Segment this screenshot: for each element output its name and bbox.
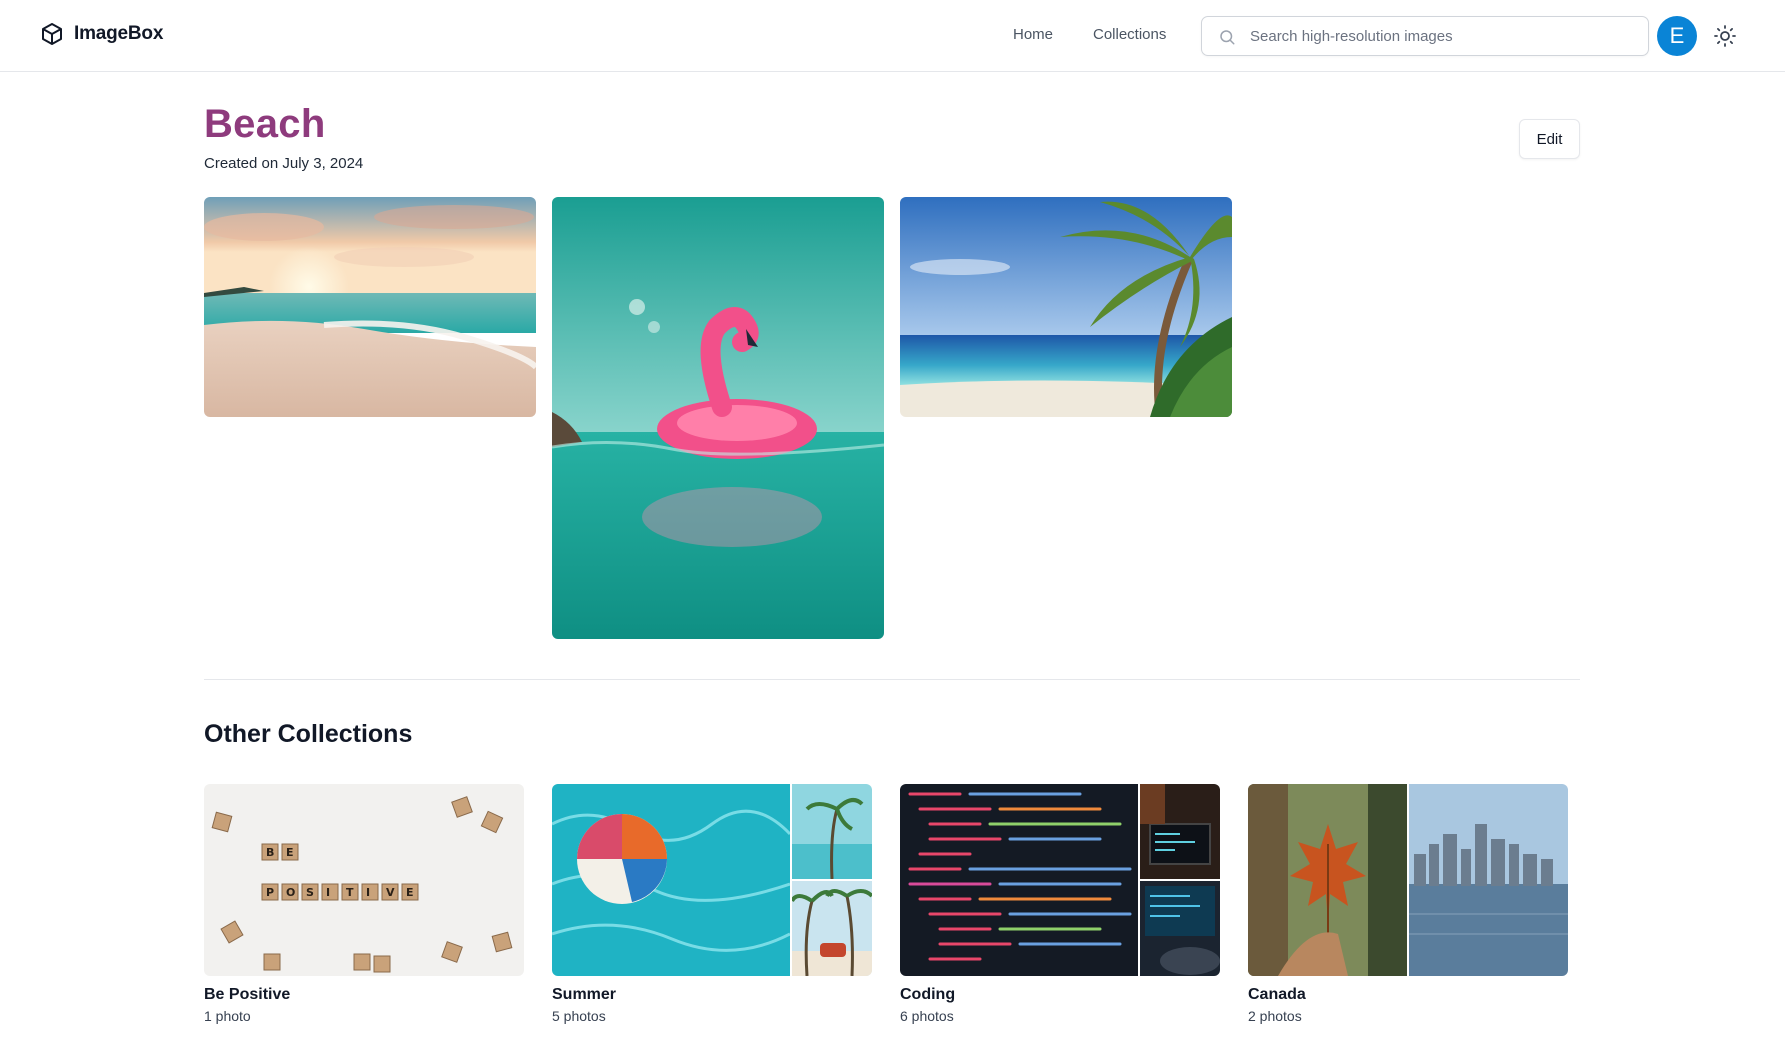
collection-count: 2 photos	[1248, 1008, 1302, 1024]
avatar[interactable]: E	[1657, 16, 1697, 56]
collection-count: 5 photos	[552, 1008, 606, 1024]
collection-thumbnail[interactable]	[900, 784, 1220, 976]
nav-collections-link[interactable]: Collections	[1093, 26, 1166, 43]
svg-text:I: I	[366, 886, 370, 899]
photo-flamingo-float[interactable]	[552, 197, 884, 639]
sun-icon[interactable]	[1713, 24, 1737, 48]
edit-button[interactable]: Edit	[1519, 119, 1580, 159]
search-input[interactable]	[1250, 17, 1640, 55]
svg-text:S: S	[306, 886, 314, 899]
collection-name[interactable]: Summer	[552, 986, 872, 1004]
search-icon	[1220, 30, 1235, 45]
collection-thumbnail[interactable]	[552, 784, 872, 976]
svg-text:O: O	[286, 886, 295, 899]
svg-text:P: P	[266, 886, 274, 899]
collection-thumbnail[interactable]: BE POSITIVE	[204, 784, 524, 976]
svg-text:B: B	[266, 846, 274, 859]
collection-count: 6 photos	[900, 1008, 954, 1024]
app-logo[interactable]: ImageBox	[40, 22, 163, 46]
photo-sunset-beach[interactable]	[204, 197, 536, 417]
collection-card-canada[interactable]: Canada 2 photos	[1248, 784, 1568, 1024]
collection-card-be-positive[interactable]: BE POSITIVE Be Positive 1 photo	[204, 784, 524, 1024]
app-name: ImageBox	[74, 23, 164, 44]
svg-text:I: I	[326, 886, 330, 899]
page-title: Beach	[204, 102, 326, 146]
collection-thumbnail[interactable]	[1248, 784, 1568, 976]
svg-text:E: E	[286, 846, 294, 859]
collection-card-summer[interactable]: Summer 5 photos	[552, 784, 872, 1024]
svg-text:V: V	[386, 886, 395, 899]
collection-count: 1 photo	[204, 1008, 251, 1024]
collection-card-coding[interactable]: Coding 6 photos	[900, 784, 1220, 1024]
photo-palm-beach[interactable]	[900, 197, 1232, 417]
collection-name[interactable]: Be Positive	[204, 986, 524, 1004]
nav-home-link[interactable]: Home	[1013, 26, 1053, 43]
section-divider	[204, 679, 1580, 680]
cube-icon	[42, 23, 62, 45]
top-navbar: ImageBox Home Collections E	[0, 0, 1785, 72]
created-date: Created on July 3, 2024	[204, 155, 364, 172]
svg-text:E: E	[406, 886, 414, 899]
collection-name[interactable]: Canada	[1248, 986, 1568, 1004]
collection-name[interactable]: Coding	[900, 986, 1220, 1004]
other-collections-heading: Other Collections	[204, 720, 413, 748]
svg-text:T: T	[346, 886, 354, 899]
search-box[interactable]	[1201, 16, 1649, 56]
